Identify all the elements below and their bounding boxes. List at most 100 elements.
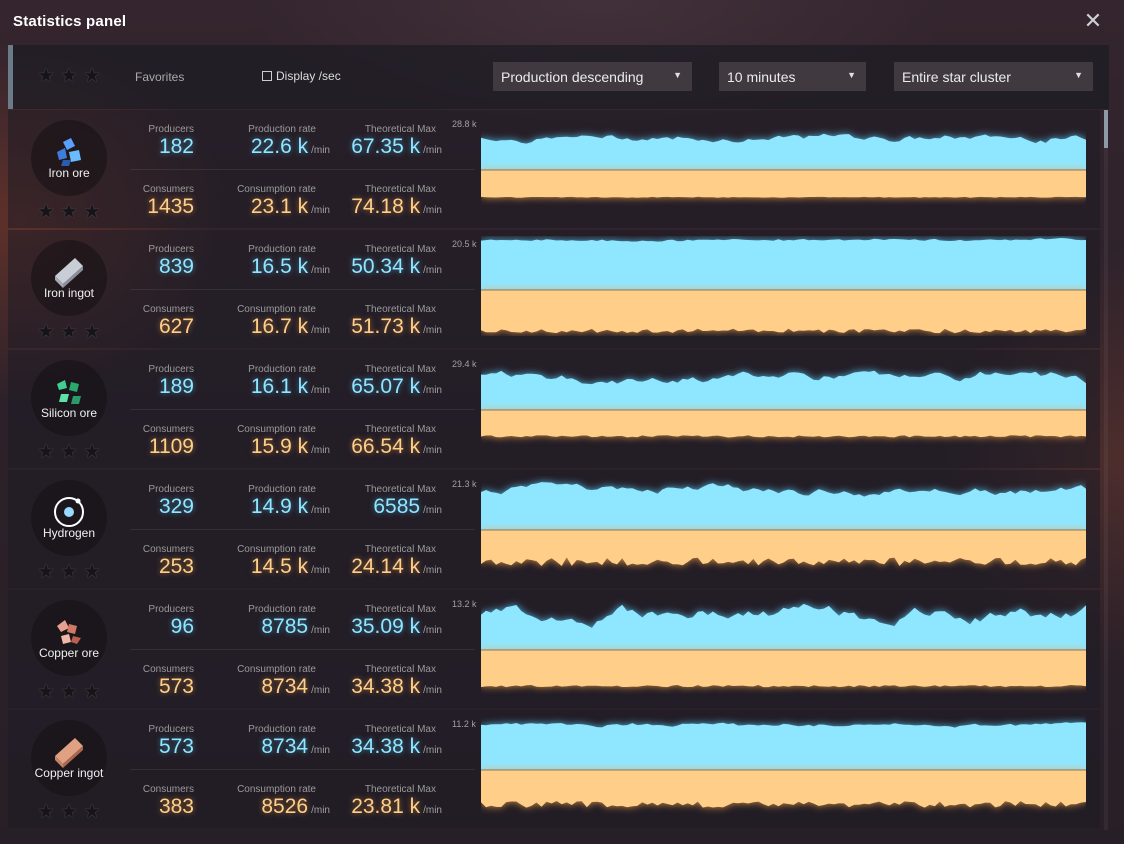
star-icon[interactable]: ★ xyxy=(82,322,102,342)
time-range-dropdown[interactable]: 10 minutes ▼ xyxy=(719,62,866,91)
production-consumption-chart[interactable] xyxy=(481,716,1086,816)
scope-dropdown[interactable]: Entire star cluster ▼ xyxy=(894,62,1093,91)
consumers-stat: Consumers 253 xyxy=(132,544,194,579)
chart-max-label: 13.2 k xyxy=(452,599,477,609)
chart-max-label: 20.5 k xyxy=(452,239,477,249)
star-icon[interactable]: ★ xyxy=(82,802,102,822)
star-icon[interactable]: ★ xyxy=(59,442,79,462)
production-consumption-chart[interactable] xyxy=(481,476,1086,576)
consumption-max-stat: Theoretical Max 24.14 k/min xyxy=(338,544,442,579)
stat-row[interactable]: Hydrogen ★ ★ ★ Producers 329 Production … xyxy=(8,470,1100,588)
star-icon[interactable]: ★ xyxy=(82,202,102,222)
unit-label: /min xyxy=(423,505,442,516)
filter-accent xyxy=(8,45,13,109)
theoretical-max-label: Theoretical Max xyxy=(364,364,436,375)
production-max-value: 35.09 k xyxy=(351,615,421,638)
consumption-series-area xyxy=(481,410,1086,438)
item-icon-circle[interactable] xyxy=(31,600,107,676)
production-consumption-chart[interactable] xyxy=(481,116,1086,216)
star-icon[interactable]: ★ xyxy=(59,322,79,342)
production-rate-stat: Production rate 22.6 k/min xyxy=(226,124,330,159)
stat-row[interactable]: Copper ore ★ ★ ★ Producers 96 Production… xyxy=(8,590,1100,708)
star-icon[interactable]: ★ xyxy=(59,562,79,582)
consumers-stat: Consumers 627 xyxy=(132,304,194,339)
star-icon[interactable]: ★ xyxy=(59,202,79,222)
item-icon-circle[interactable] xyxy=(31,120,107,196)
statistics-panel: Statistics panel ✕ ★ ★ ★ Favorites Displ… xyxy=(0,0,1124,844)
star-icon[interactable]: ★ xyxy=(82,562,102,582)
star-icon[interactable]: ★ xyxy=(36,562,56,582)
star-icon[interactable]: ★ xyxy=(82,442,102,462)
stat-row[interactable]: Copper ingot ★ ★ ★ Producers 573 Product… xyxy=(8,710,1100,828)
producers-stat: Producers 573 xyxy=(132,724,194,759)
consumption-rate-stat: Consumption rate 23.1 k/min xyxy=(226,184,330,219)
unit-label: /min xyxy=(311,325,330,336)
unit-label: /min xyxy=(311,565,330,576)
consumption-max-value: 34.38 k xyxy=(351,675,421,698)
producers-value: 189 xyxy=(158,375,194,398)
item-icon-circle[interactable] xyxy=(31,360,107,436)
item-icon-circle[interactable] xyxy=(31,720,107,796)
unit-label: /min xyxy=(423,145,442,156)
producers-label: Producers xyxy=(148,124,194,135)
scrollbar[interactable] xyxy=(1104,110,1108,830)
consumption-rate-label: Consumption rate xyxy=(237,544,316,555)
star-icon[interactable]: ★ xyxy=(82,66,102,86)
consumers-value: 383 xyxy=(158,795,194,818)
stat-row[interactable]: Iron ingot ★ ★ ★ Producers 839 Productio… xyxy=(8,230,1100,348)
producers-value: 182 xyxy=(158,135,194,158)
unit-label: /min xyxy=(311,145,330,156)
stat-row[interactable]: Iron ore ★ ★ ★ Producers 182 Production … xyxy=(8,110,1100,228)
consumers-label: Consumers xyxy=(142,784,194,795)
production-rate-label: Production rate xyxy=(248,484,316,495)
star-icon[interactable]: ★ xyxy=(36,682,56,702)
item-name: Hydrogen xyxy=(42,526,96,540)
production-consumption-chart[interactable] xyxy=(481,596,1086,696)
consumption-max-stat: Theoretical Max 74.18 k/min xyxy=(338,184,442,219)
consumption-rate-value: 8734 xyxy=(261,675,309,698)
chevron-down-icon: ▼ xyxy=(673,70,682,80)
star-icon[interactable]: ★ xyxy=(36,202,56,222)
unit-label: /min xyxy=(423,325,442,336)
star-icon[interactable]: ★ xyxy=(36,442,56,462)
sort-dropdown[interactable]: Production descending ▼ xyxy=(493,62,692,91)
star-icon[interactable]: ★ xyxy=(59,682,79,702)
production-consumption-chart[interactable] xyxy=(481,236,1086,336)
star-icon[interactable]: ★ xyxy=(36,322,56,342)
consumption-max-value: 66.54 k xyxy=(351,435,421,458)
consumers-label: Consumers xyxy=(142,424,194,435)
favorite-stars: ★ ★ ★ xyxy=(36,562,102,582)
star-icon[interactable]: ★ xyxy=(36,802,56,822)
time-range-value: 10 minutes xyxy=(727,69,796,85)
consumption-max-value: 74.18 k xyxy=(351,195,421,218)
consumption-rate-label: Consumption rate xyxy=(237,424,316,435)
consumers-stat: Consumers 1109 xyxy=(132,424,194,459)
item-icon-circle[interactable] xyxy=(31,480,107,556)
star-icon[interactable]: ★ xyxy=(59,802,79,822)
star-icon[interactable]: ★ xyxy=(36,66,56,86)
unit-label: /min xyxy=(311,505,330,516)
close-icon[interactable]: ✕ xyxy=(1082,10,1104,32)
consumers-label: Consumers xyxy=(142,664,194,675)
production-rate-stat: Production rate 16.1 k/min xyxy=(226,364,330,399)
production-rate-label: Production rate xyxy=(248,604,316,615)
stat-row[interactable]: Silicon ore ★ ★ ★ Producers 189 Producti… xyxy=(8,350,1100,468)
display-per-sec-toggle[interactable]: Display /sec xyxy=(262,69,341,83)
star-icon[interactable]: ★ xyxy=(59,66,79,86)
scrollbar-thumb[interactable] xyxy=(1104,110,1108,148)
item-icon-circle[interactable] xyxy=(31,240,107,316)
favorites-label: Favorites xyxy=(135,70,185,84)
panel-title: Statistics panel xyxy=(13,13,127,30)
checkbox-icon[interactable] xyxy=(262,71,272,81)
unit-label: /min xyxy=(423,805,442,816)
producers-stat: Producers 189 xyxy=(132,364,194,399)
production-max-stat: Theoretical Max 65.07 k/min xyxy=(338,364,442,399)
production-max-stat: Theoretical Max 6585/min xyxy=(338,484,442,519)
producers-stat: Producers 329 xyxy=(132,484,194,519)
production-series-area xyxy=(481,238,1086,290)
star-icon[interactable]: ★ xyxy=(82,682,102,702)
production-consumption-chart[interactable] xyxy=(481,356,1086,456)
unit-label: /min xyxy=(423,685,442,696)
production-series-area xyxy=(481,603,1086,650)
theoretical-max-label: Theoretical Max xyxy=(364,124,436,135)
